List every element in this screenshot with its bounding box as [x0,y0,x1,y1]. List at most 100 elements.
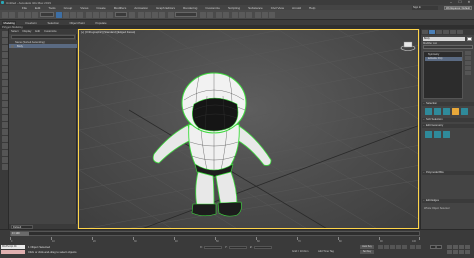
snaps-toggle-icon[interactable] [138,11,144,18]
find-icon[interactable] [1,150,8,156]
explorer-menu-display[interactable]: Display [22,30,31,33]
menu-views[interactable]: Views [80,6,88,10]
containers-filter-icon[interactable] [1,122,8,128]
constraints-icon[interactable] [434,131,441,138]
motion-tab-icon[interactable] [443,30,449,34]
show-end-result-icon[interactable] [465,56,471,60]
display-tab-icon[interactable] [450,30,456,34]
go-to-end-icon[interactable] [402,245,407,249]
make-unique-icon[interactable] [465,61,471,65]
percent-snap-icon[interactable] [152,11,158,18]
current-frame-field[interactable]: 0 [430,245,442,249]
rendered-frame-window-icon[interactable] [262,11,268,18]
zoom-extents-all-icon[interactable] [465,245,470,249]
move-icon[interactable] [86,11,92,18]
toggle-scene-explorer-icon[interactable] [216,11,222,18]
explorer-search-input[interactable] [11,35,75,39]
remove-modifier-icon[interactable] [465,66,471,70]
menu-tools[interactable]: Tools [48,6,55,10]
space-warps-filter-icon[interactable] [1,94,8,100]
time-slider[interactable]: 0 / 100 [10,231,420,236]
maximize-viewport-icon[interactable] [465,250,470,254]
field-of-view-icon[interactable] [447,250,452,254]
menu-animation[interactable]: Animation [134,6,148,10]
utilities-tab-icon[interactable] [457,30,463,34]
all-filter-icon[interactable] [1,143,8,149]
repeat-last-icon[interactable] [425,131,432,138]
select-object-icon[interactable] [56,11,62,18]
explorer-menu-customize[interactable]: Customize [44,30,57,33]
viewport-label[interactable]: [+] [Orthographic] [Standard] [Edged Fac… [81,30,135,34]
schematic-view-icon[interactable] [239,11,245,18]
pivot-center-icon[interactable] [129,11,135,18]
material-editor-icon[interactable] [246,11,252,18]
bind-space-warp-icon[interactable] [32,11,38,18]
character-model[interactable] [152,72,272,217]
zoom-extents-icon[interactable] [459,245,464,249]
mirror-icon[interactable] [200,11,206,18]
display-none-icon[interactable] [1,38,8,44]
menu-create[interactable]: Create [96,6,105,10]
menu-civil-view[interactable]: Civil View [271,6,284,10]
menu-customize[interactable]: Customize [205,6,220,10]
unlink-icon[interactable] [25,11,31,18]
select-by-name-icon[interactable] [63,11,69,18]
menu-rendering[interactable]: Rendering [183,6,197,10]
sign-in-button[interactable]: Sign In [412,5,438,10]
previous-frame-icon[interactable] [384,245,389,249]
perspective-viewport[interactable] [78,29,419,229]
preserve-uvs-icon[interactable] [443,131,450,138]
spinner-snap-icon[interactable] [159,11,165,18]
set-key-button[interactable]: Set Key [360,250,374,254]
menu-modifiers[interactable]: Modifiers [114,6,127,10]
menu-scripting[interactable]: Scripting [228,6,240,10]
menu-group[interactable]: Group [64,6,73,10]
rectangle-selection-icon[interactable] [70,11,76,18]
named-selection-sets-dropdown[interactable] [175,12,197,17]
selection-filter-dropdown[interactable] [40,12,54,17]
tab-selection[interactable]: Selection [46,21,61,25]
object-name-field[interactable]: Body [423,37,465,41]
next-frame-icon[interactable] [396,245,401,249]
maxscript-listener-input[interactable]: MAXScript Mi [1,245,25,249]
cameras-filter-icon[interactable] [1,80,8,86]
time-slider-thumb[interactable]: 0 / 100 [11,232,29,236]
edge-icon[interactable] [434,108,441,115]
geometry-filter-icon[interactable] [1,59,8,65]
menu-edit[interactable]: Edit [35,6,40,10]
frozen-filter-icon[interactable] [1,129,8,135]
rollout-edit-geometry[interactable]: Edit Geometry [422,124,474,128]
shapes-filter-icon[interactable] [1,66,8,72]
create-selection-set-icon[interactable] [1,31,8,37]
modify-tab-icon[interactable] [429,30,435,34]
toggle-layer-explorer-icon[interactable] [223,11,229,18]
timeline-ruler[interactable]: 0 10 20 30 40 50 60 70 80 90 100 [10,237,420,243]
y-coordinate-field[interactable] [229,245,247,249]
redo-icon[interactable] [9,11,15,18]
menu-graph-editors[interactable]: Graph Editors [156,6,175,10]
z-coordinate-field[interactable] [254,245,272,249]
scale-icon[interactable] [100,11,106,18]
explorer-menu-select[interactable]: Select [11,30,18,33]
menu-arnold[interactable]: Arnold [292,6,301,10]
undo-icon[interactable] [2,11,8,18]
tab-populate[interactable]: Populate [94,21,108,25]
auto-key-button[interactable]: Auto Key [360,245,374,249]
menu-substance[interactable]: Substance [248,6,263,10]
time-configuration-icon[interactable] [416,245,421,249]
border-icon[interactable] [443,108,450,115]
reference-coordinate-dropdown[interactable] [115,12,127,17]
orbit-icon[interactable] [459,250,464,254]
helpers-filter-icon[interactable] [1,87,8,93]
viewcube-icon[interactable] [400,41,416,51]
explorer-menu-edit[interactable]: Edit [35,30,40,33]
placement-icon[interactable] [107,11,113,18]
menu-help[interactable]: Help [309,6,315,10]
hierarchy-icon[interactable] [1,157,8,163]
visibility-eye-icon[interactable] [10,44,14,48]
add-time-tag-button[interactable]: Add Time Tag [318,250,334,253]
rollout-polymodel-bits[interactable]: Polymodel Bits [422,171,474,175]
link-icon[interactable] [18,11,24,18]
tab-freeform[interactable]: Freeform [24,21,38,25]
named-selection-icon[interactable] [168,11,174,18]
